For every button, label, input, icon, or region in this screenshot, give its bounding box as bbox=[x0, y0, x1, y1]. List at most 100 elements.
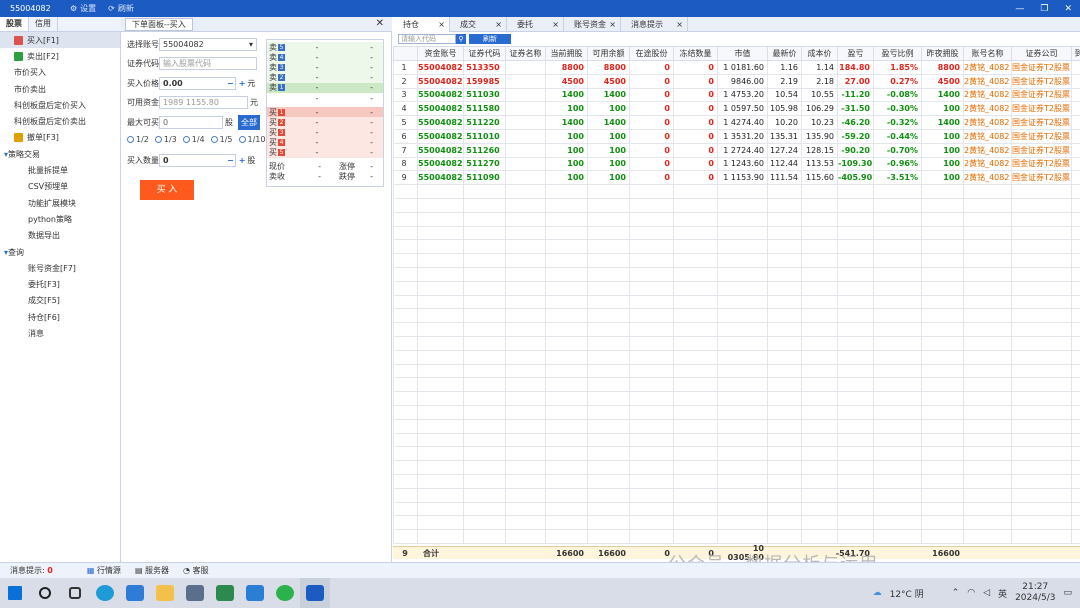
column-header[interactable]: 证券公司 bbox=[1011, 46, 1072, 61]
sidebar-item[interactable]: 市价买入 bbox=[0, 65, 120, 81]
sidebar-item[interactable]: 成交[F5] bbox=[0, 293, 120, 309]
tab-credit[interactable]: 信用 bbox=[29, 17, 58, 31]
column-header[interactable]: 盈亏 bbox=[837, 46, 874, 61]
search-input[interactable]: 请输入代码 bbox=[398, 34, 456, 44]
ratio-radio[interactable]: 1/4 bbox=[182, 135, 205, 144]
server-button[interactable]: ▤ 服务器 bbox=[135, 565, 169, 576]
search-icon[interactable] bbox=[30, 578, 60, 608]
clock[interactable]: 21:27 2024/5/3 bbox=[1015, 582, 1055, 604]
volume-icon[interactable]: ◁ bbox=[983, 588, 990, 598]
service-button[interactable]: ◔ 客服 bbox=[183, 565, 209, 576]
close-icon[interactable]: × bbox=[495, 17, 502, 32]
quote-source-button[interactable]: ▦ 行情源 bbox=[87, 565, 121, 576]
mail-icon[interactable] bbox=[120, 578, 150, 608]
column-header[interactable]: 到期 bbox=[1071, 46, 1080, 61]
column-header[interactable]: 盈亏比例 bbox=[873, 46, 922, 61]
table-row[interactable]: 1 55004082 513350 8800 8800 0 0 1 0181.60 1.16 1.… bbox=[393, 60, 1080, 75]
price-input[interactable]: 0.00 bbox=[159, 77, 236, 90]
ratio-radio[interactable]: 1/10 bbox=[238, 135, 265, 144]
bid-level[interactable]: 买2-- bbox=[267, 117, 383, 128]
table-row[interactable]: 6 55004082 511010 100 100 0 0 1 3531.20 135.31 13… bbox=[393, 128, 1080, 144]
sidebar-item[interactable]: 数据导出 bbox=[0, 228, 120, 244]
sidebar-item[interactable]: python策略 bbox=[0, 211, 120, 227]
column-header[interactable]: 可用余额 bbox=[587, 46, 630, 61]
sidebar-item[interactable]: 撤单[F3] bbox=[0, 130, 120, 146]
sidebar-item[interactable]: 科创板盘后定价买入 bbox=[0, 97, 120, 113]
windows-start-icon[interactable] bbox=[0, 578, 30, 608]
sidebar-item[interactable]: ▾ 查询 bbox=[0, 244, 120, 260]
chevron-up-icon[interactable]: ⌃ bbox=[952, 588, 960, 598]
edge-icon[interactable] bbox=[90, 578, 120, 608]
table-row[interactable]: 4 55004082 511580 100 100 0 0 1 0597.50 105.98 10… bbox=[393, 101, 1080, 117]
column-header[interactable]: 账号名称 bbox=[963, 46, 1012, 61]
table-row[interactable]: 8 55004082 511270 100 100 0 0 1 1243.60 112.44 11… bbox=[393, 156, 1080, 172]
task-view-icon[interactable] bbox=[60, 578, 90, 608]
column-header[interactable]: 当前拥股 bbox=[545, 46, 588, 61]
bid-level[interactable]: 买1-- bbox=[267, 107, 383, 118]
close-icon[interactable]: × bbox=[676, 17, 683, 32]
table-row[interactable]: 3 55004082 511030 1400 1400 0 0 1 4753.20 10.54 1… bbox=[393, 87, 1080, 103]
ask-level[interactable]: 卖1-- bbox=[267, 82, 383, 93]
column-header[interactable] bbox=[393, 46, 418, 61]
column-header[interactable]: 证券名称 bbox=[505, 46, 546, 61]
minimize-icon[interactable]: — bbox=[1015, 4, 1024, 14]
sidebar-item[interactable]: ▾ 策略交易 bbox=[0, 146, 120, 162]
refresh-list-button[interactable]: 刷新 bbox=[469, 34, 511, 44]
column-header[interactable]: 资金账号 bbox=[417, 46, 464, 61]
column-header[interactable]: 昨夜拥股 bbox=[921, 46, 964, 61]
terminal-icon[interactable] bbox=[210, 578, 240, 608]
ask-level[interactable]: 卖3-- bbox=[267, 62, 383, 73]
column-header[interactable]: 冻结数量 bbox=[673, 46, 718, 61]
code-input[interactable]: 输入股票代码 bbox=[159, 57, 257, 70]
column-header[interactable]: 在途股份 bbox=[629, 46, 674, 61]
sidebar-item[interactable]: 市价卖出 bbox=[0, 81, 120, 97]
tab-4[interactable]: 消息提示 × bbox=[621, 17, 688, 32]
ime-indicator[interactable]: 英 bbox=[998, 587, 1007, 600]
tab-3[interactable]: 账号资金 × bbox=[564, 17, 621, 32]
close-icon[interactable]: × bbox=[438, 17, 445, 32]
column-header[interactable]: 最新价 bbox=[767, 46, 802, 61]
sidebar-item[interactable]: CSV预埋单 bbox=[0, 179, 120, 195]
bid-level[interactable]: 买3-- bbox=[267, 127, 383, 138]
plus-icon[interactable]: + bbox=[239, 79, 246, 88]
ask-level[interactable]: 卖2-- bbox=[267, 72, 383, 83]
file-explorer-icon[interactable] bbox=[150, 578, 180, 608]
close-icon[interactable]: × bbox=[609, 17, 616, 32]
close-icon[interactable]: × bbox=[552, 17, 559, 32]
sidebar-item[interactable]: 批量拆提单 bbox=[0, 162, 120, 178]
refresh-button[interactable]: ⟳ 刷新 bbox=[108, 3, 134, 14]
table-row[interactable]: 2 55004082 159985 4500 4500 0 0 9846.00 2.19 2.18… bbox=[393, 73, 1080, 89]
bid-level[interactable]: 买4-- bbox=[267, 137, 383, 148]
notification-icon[interactable]: ▭ bbox=[1063, 588, 1072, 598]
minus-icon[interactable]: − bbox=[227, 156, 234, 165]
ratio-radio[interactable]: 1/2 bbox=[127, 135, 149, 144]
sidebar-item[interactable]: 委托[F3] bbox=[0, 276, 120, 292]
vscode-icon[interactable] bbox=[240, 578, 270, 608]
plus-icon[interactable]: + bbox=[239, 156, 246, 165]
sidebar-item[interactable]: 卖出[F2] bbox=[0, 48, 120, 64]
close-icon[interactable]: ✕ bbox=[1064, 4, 1072, 14]
ask-level[interactable]: 卖4-- bbox=[267, 52, 383, 63]
account-select[interactable]: 55004082 ▾ bbox=[159, 38, 257, 51]
close-icon[interactable]: ✕ bbox=[376, 18, 384, 29]
settings-button[interactable]: ⚙ 设置 bbox=[70, 3, 96, 14]
search-icon[interactable]: ⚲ bbox=[456, 34, 466, 44]
bid-level[interactable]: 买5-- bbox=[267, 147, 383, 159]
table-row[interactable]: 7 55004082 511260 100 100 0 0 1 2724.40 127.24 12… bbox=[393, 142, 1080, 158]
minus-icon[interactable]: − bbox=[227, 79, 234, 88]
sidebar-item[interactable]: 科创板盘后定价卖出 bbox=[0, 113, 120, 129]
table-row[interactable]: 9 55004082 511090 100 100 0 0 1 1153.90 111.54 11… bbox=[393, 170, 1080, 186]
ask-level[interactable]: 卖5-- bbox=[267, 42, 383, 53]
sidebar-item[interactable]: 持仓[F6] bbox=[0, 309, 120, 325]
tab-2[interactable]: 委托 × bbox=[507, 17, 564, 32]
wechat-icon[interactable] bbox=[270, 578, 300, 608]
store-icon[interactable] bbox=[180, 578, 210, 608]
sidebar-item[interactable]: 买入[F1] bbox=[0, 32, 120, 49]
order-panel-tab[interactable]: 下单面板--买入 bbox=[125, 18, 193, 31]
column-header[interactable]: 市值 bbox=[717, 46, 768, 61]
sidebar-item[interactable]: 账号资金[F7] bbox=[0, 260, 120, 276]
column-header[interactable]: 成本价 bbox=[801, 46, 838, 61]
tab-0[interactable]: 持仓 × bbox=[393, 17, 450, 32]
column-header[interactable]: 证券代码 bbox=[463, 46, 506, 61]
trading-app-icon[interactable] bbox=[300, 578, 330, 608]
